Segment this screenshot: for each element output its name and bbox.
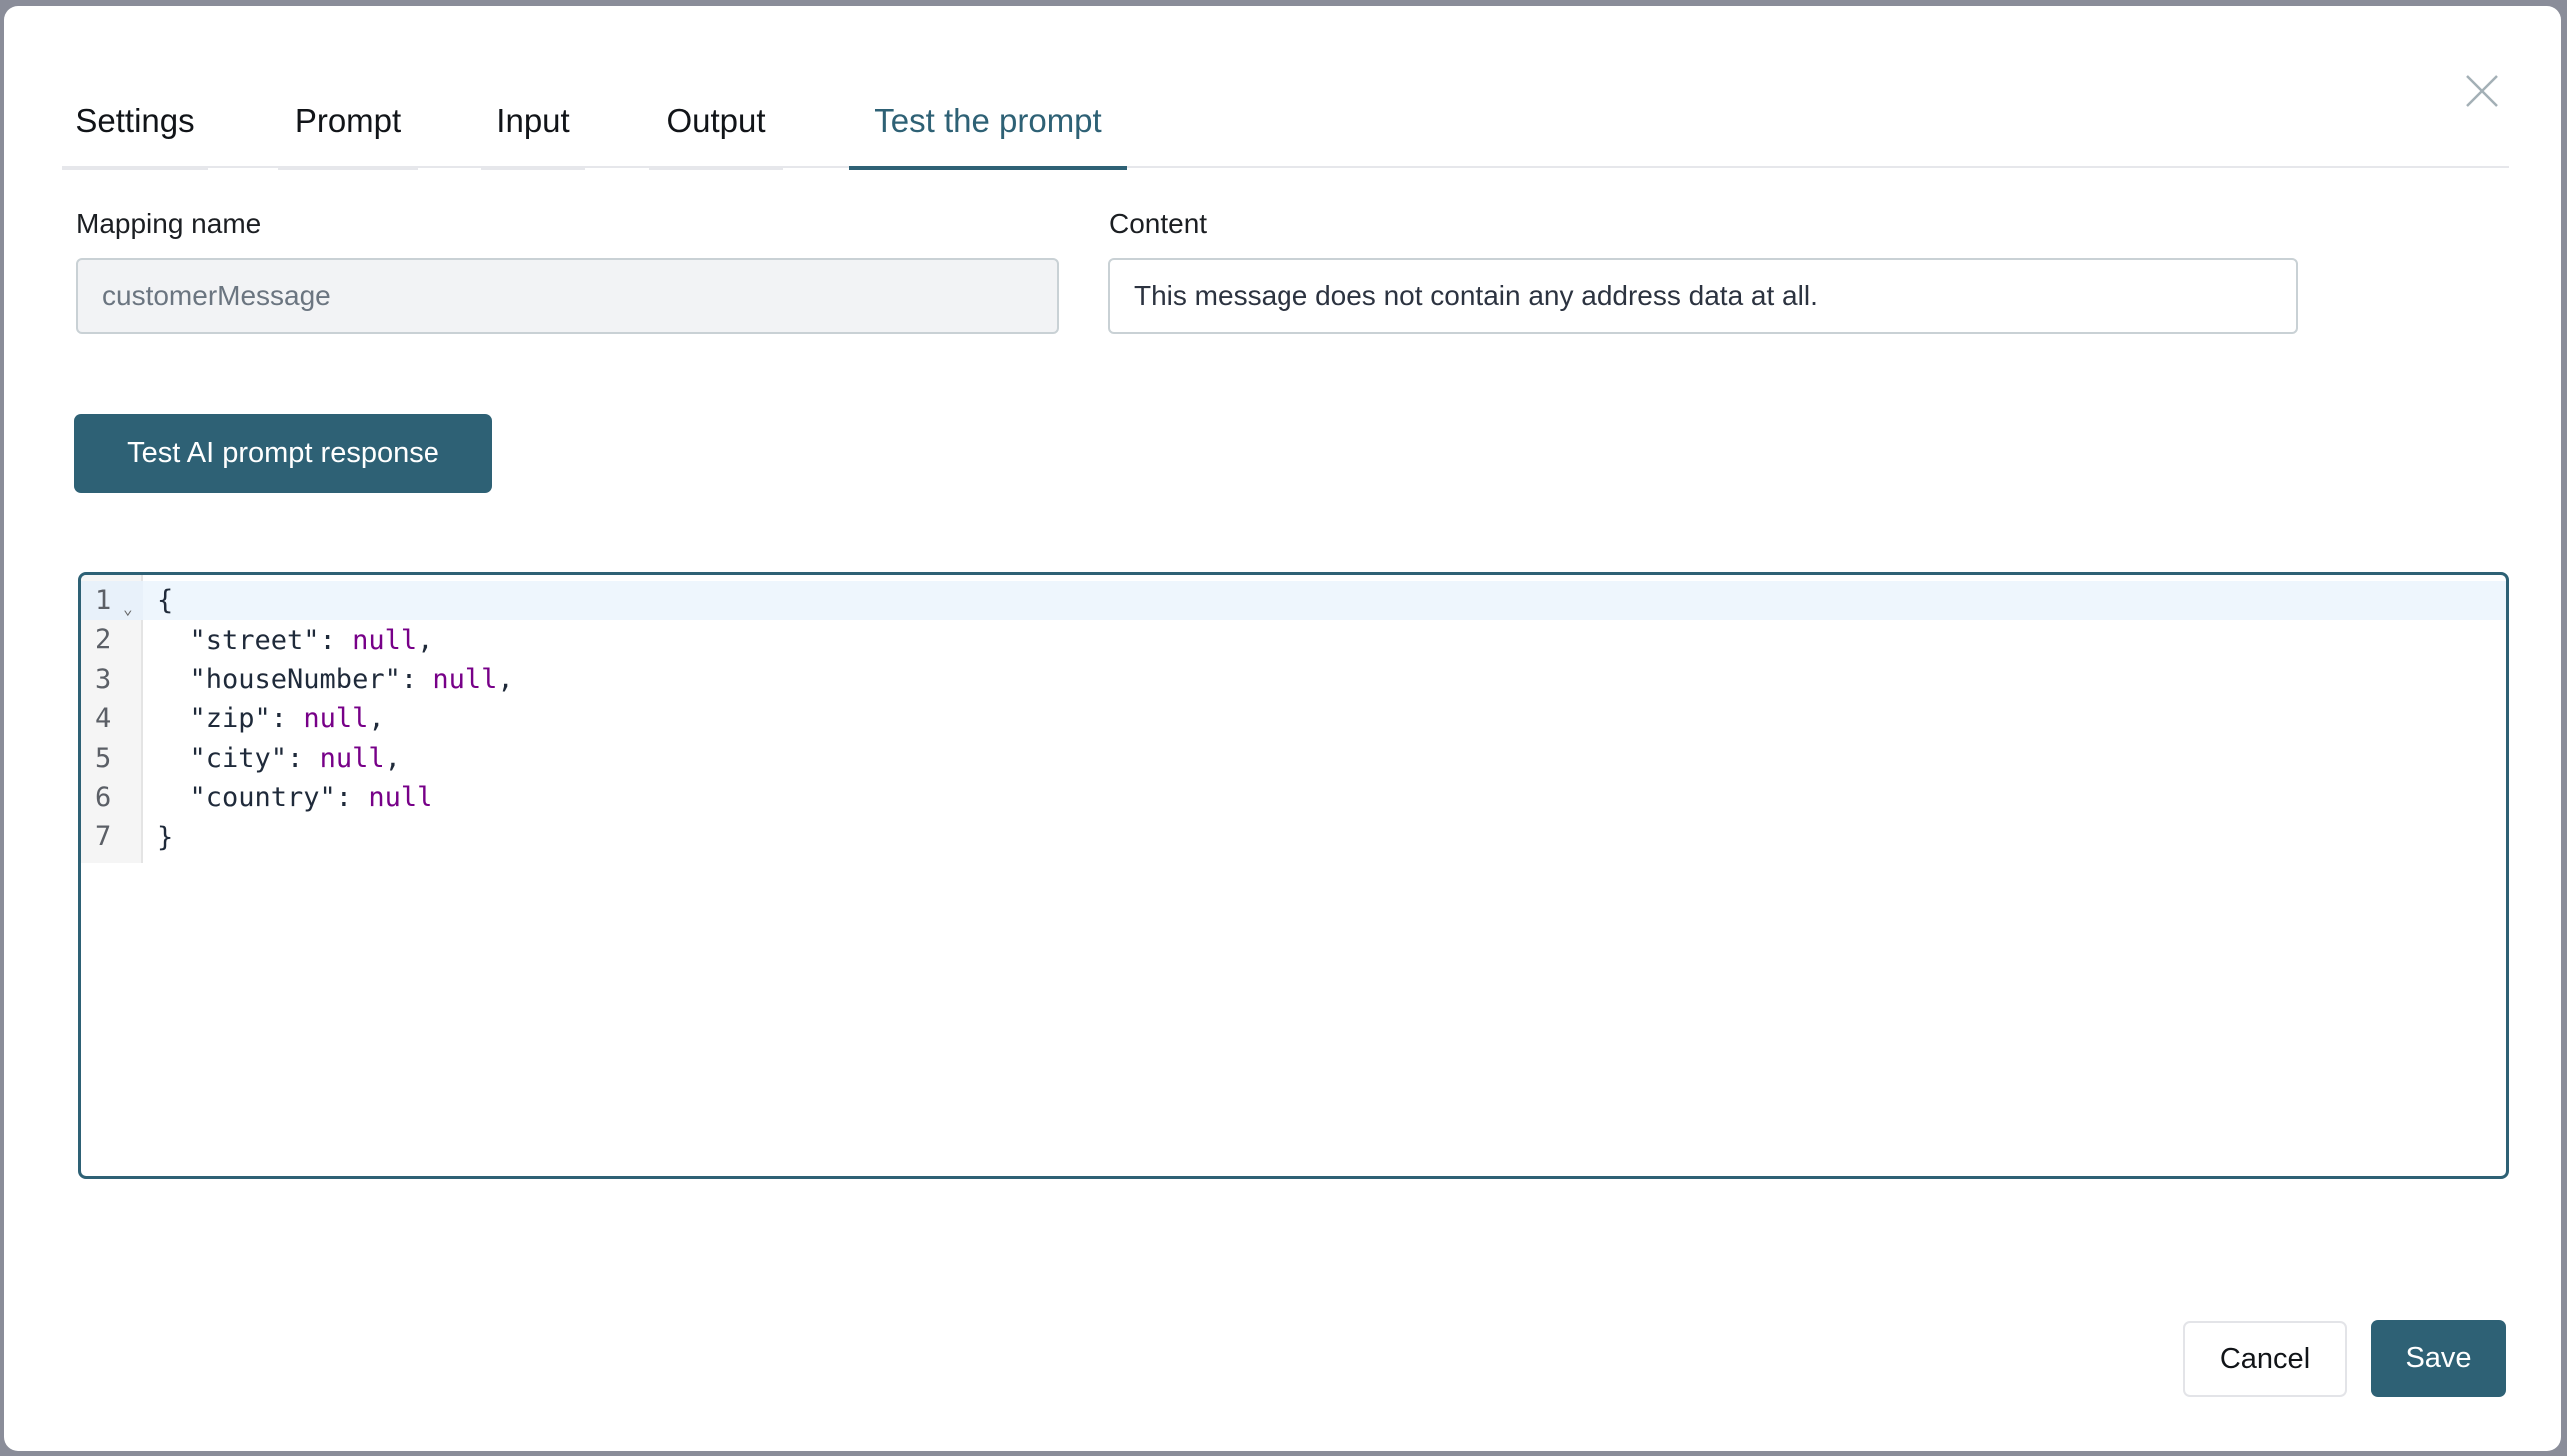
code-text: } [157, 822, 173, 853]
code-text: "country": null [157, 782, 433, 814]
token-key: "country": [157, 782, 369, 814]
line-number: 4 [95, 703, 112, 735]
token-punc: , [497, 663, 514, 695]
code-line: 2 "street": null, [81, 620, 2506, 659]
code-line: 1 ⌄ { [81, 581, 2506, 621]
close-icon [2466, 75, 2498, 107]
code-text: "houseNumber": null, [157, 664, 514, 695]
code-text: "street": null, [157, 624, 433, 656]
token-key: "city": [157, 742, 320, 774]
token-null: null [303, 703, 369, 735]
tab-prompt[interactable]: Prompt [278, 86, 418, 170]
save-button[interactable]: Save [2371, 1320, 2506, 1397]
tab-input[interactable]: Input [481, 86, 585, 170]
mapping-name-input[interactable]: customerMessage [76, 258, 1059, 334]
line-number: 7 [95, 821, 112, 853]
token-key: "zip": [157, 703, 304, 735]
test-prompt-dialog: Settings Prompt Input Output Test the pr… [4, 6, 2561, 1451]
line-number: 2 [95, 624, 112, 656]
test-ai-prompt-response-button[interactable]: Test AI prompt response [74, 414, 492, 493]
code-text: "city": null, [157, 743, 401, 774]
line-number: 5 [95, 742, 112, 774]
code-line: 5 "city": null, [81, 739, 2506, 778]
code-line: 6 "country": null [81, 778, 2506, 817]
mapping-name-label: Mapping name [76, 208, 262, 239]
token-punc: } [157, 821, 174, 853]
dialog-tabs: Settings Prompt Input Output Test the pr… [62, 86, 2509, 170]
json-response-editor[interactable]: 1 ⌄{2 "street": null, 3 "houseNumber": nul… [78, 572, 2509, 1179]
token-punc: { [157, 585, 174, 617]
tab-settings[interactable]: Settings [62, 86, 208, 170]
code-line: 4 "zip": null, [81, 699, 2506, 738]
token-null: null [432, 663, 498, 695]
token-null: null [319, 742, 385, 774]
token-punc: , [417, 624, 433, 656]
token-key: "street": [157, 624, 353, 656]
content-label: Content [1109, 208, 1208, 239]
code-text: "zip": null, [157, 703, 385, 734]
token-punc: , [368, 703, 385, 735]
code-text: { [157, 585, 173, 616]
token-punc: , [384, 742, 401, 774]
token-key: "houseNumber": [157, 663, 433, 695]
line-number: 3 [95, 663, 112, 695]
code-line: 3 "houseNumber": null, [81, 660, 2506, 699]
close-button[interactable] [2464, 73, 2500, 109]
tab-test-the-prompt[interactable]: Test the prompt [849, 86, 1127, 170]
code-line: 7} [81, 817, 2506, 856]
token-null: null [368, 782, 433, 814]
content-input[interactable]: This message does not contain any addres… [1108, 258, 2298, 334]
token-null: null [352, 624, 418, 656]
code-lines: 1 ⌄{2 "street": null, 3 "houseNumber": nul… [81, 581, 2506, 857]
cancel-button[interactable]: Cancel [2183, 1321, 2347, 1397]
line-number: 1 ⌄ [81, 581, 143, 621]
line-number: 6 [95, 781, 112, 813]
tab-output[interactable]: Output [649, 86, 783, 170]
